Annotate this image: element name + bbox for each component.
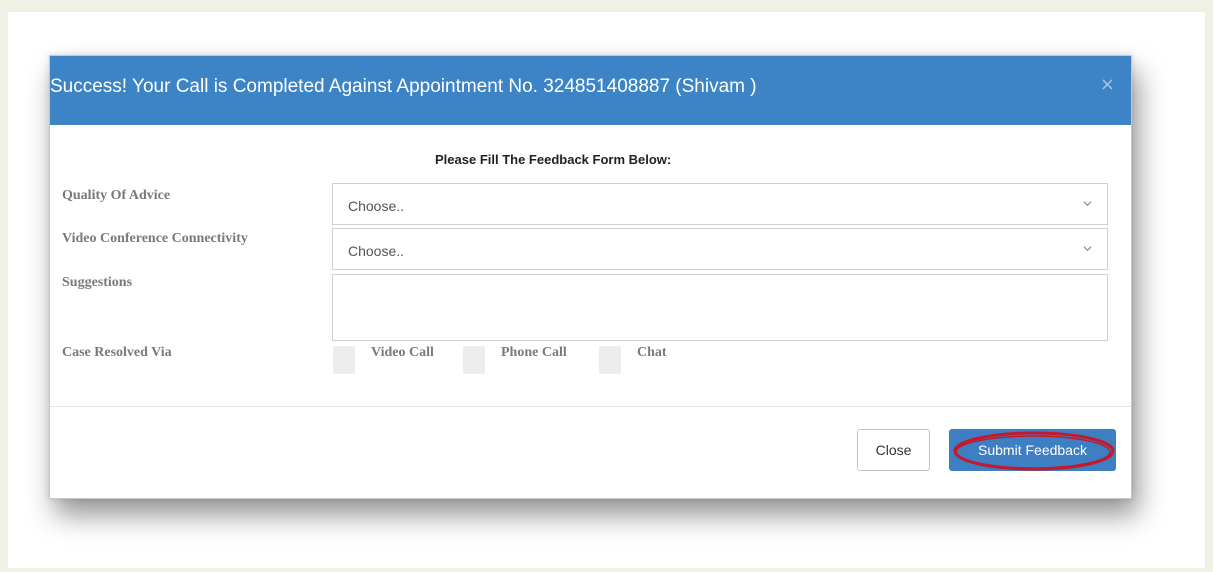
phone-call-checkbox[interactable]	[463, 346, 485, 374]
quality-of-advice-value: Choose..	[348, 198, 405, 214]
quality-of-advice-label: Quality Of Advice	[62, 188, 171, 203]
modal-title: Success! Your Call is Completed Against …	[50, 76, 757, 97]
close-button[interactable]: Close	[857, 429, 930, 471]
suggestions-label: Suggestions	[62, 275, 133, 290]
phone-call-label: Phone Call	[501, 345, 567, 360]
form-heading: Please Fill The Feedback Form Below:	[435, 152, 672, 167]
chat-checkbox[interactable]	[599, 346, 621, 374]
close-icon[interactable]: ×	[1100, 74, 1115, 95]
chat-label: Chat	[637, 345, 667, 360]
video-conference-connectivity-select[interactable]: Choose..	[332, 228, 1108, 270]
modal-header: Success! Your Call is Completed Against …	[50, 56, 1131, 125]
chevron-down-icon	[1083, 201, 1092, 207]
video-call-checkbox[interactable]	[333, 346, 355, 374]
suggestions-textarea[interactable]	[332, 274, 1108, 341]
chevron-down-icon	[1083, 246, 1092, 252]
case-resolved-via-label: Case Resolved Via	[62, 345, 172, 360]
video-conference-connectivity-label: Video Conference Connectivity	[62, 231, 248, 246]
feedback-modal: Success! Your Call is Completed Against …	[49, 55, 1132, 499]
submit-feedback-button[interactable]: Submit Feedback	[949, 429, 1116, 471]
video-conference-connectivity-value: Choose..	[348, 243, 405, 259]
footer-divider	[50, 406, 1131, 407]
quality-of-advice-select[interactable]: Choose..	[332, 183, 1108, 225]
video-call-label: Video Call	[371, 345, 434, 360]
